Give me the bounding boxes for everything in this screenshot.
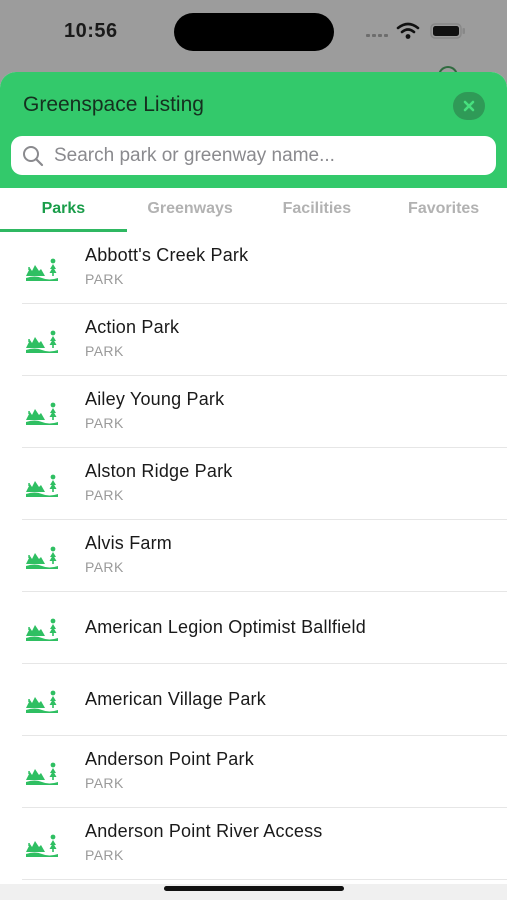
item-type: PARK (85, 415, 124, 431)
battery-icon (430, 23, 465, 39)
status-bar: 10:56 (0, 0, 507, 80)
item-name: Action Park (85, 317, 180, 337)
item-type: PARK (85, 559, 124, 575)
item-name: Anderson Point Park (85, 749, 254, 769)
list-item[interactable]: Anderson Point Park PARK (0, 736, 507, 808)
close-button[interactable] (453, 92, 485, 120)
item-type: PARK (85, 775, 124, 791)
item-name: American Legion Optimist Ballfield (85, 617, 366, 637)
item-text: American Legion Optimist Ballfield (85, 617, 366, 638)
list-item[interactable]: American Village Park (0, 664, 507, 736)
item-type: PARK (85, 487, 124, 503)
list-item[interactable]: Action Park PARK (0, 304, 507, 376)
status-time: 10:56 (64, 20, 118, 42)
close-icon (463, 100, 475, 112)
park-trees-icon (25, 472, 59, 498)
home-indicator[interactable] (164, 886, 344, 891)
item-name: Abbott's Creek Park (85, 245, 249, 265)
park-trees-icon (25, 760, 59, 786)
tab-bar: Parks Greenways Facilities Favorites (0, 188, 507, 232)
park-trees-icon (25, 256, 59, 282)
item-type: PARK (85, 847, 124, 863)
park-trees-icon (25, 616, 59, 642)
tab-favorites[interactable]: Favorites (380, 188, 507, 232)
cellular-signal-icon (366, 29, 388, 37)
list-item[interactable]: American Legion Optimist Ballfield (0, 592, 507, 664)
item-name: Ailey Young Park (85, 389, 225, 409)
item-type: PARK (85, 343, 124, 359)
item-text: Alston Ridge Park PARK (85, 461, 232, 503)
item-name: Alston Ridge Park (85, 461, 233, 481)
list-item[interactable]: Alvis Farm PARK (0, 520, 507, 592)
park-trees-icon (25, 400, 59, 426)
park-list: Abbott's Creek Park PARK Action Park PARK Ai… (0, 232, 507, 880)
app-screen: 10:56 Greenspace Listing Search park or … (0, 0, 507, 900)
item-text: American Village Park (85, 689, 266, 710)
greenspace-sheet: Greenspace Listing Parks Greenways Facil… (0, 72, 507, 900)
item-name: Anderson Point River Access (85, 821, 323, 841)
sheet-title: Greenspace Listing (23, 93, 204, 116)
item-text: Alvis Farm PARK (85, 533, 172, 575)
sheet-header: Greenspace Listing (0, 72, 507, 188)
list-item[interactable]: Abbott's Creek Park PARK (0, 232, 507, 304)
item-name: Alvis Farm (85, 533, 172, 553)
dynamic-island (174, 13, 334, 51)
list-item[interactable]: Anderson Point River Access PARK (0, 808, 507, 880)
item-text: Action Park PARK (85, 317, 179, 359)
item-name: American Village Park (85, 689, 266, 709)
park-trees-icon (25, 544, 59, 570)
item-text: Abbott's Creek Park PARK (85, 245, 248, 287)
item-type: PARK (85, 271, 124, 287)
park-trees-icon (25, 328, 59, 354)
item-text: Ailey Young Park PARK (85, 389, 224, 431)
item-text: Anderson Point Park PARK (85, 749, 254, 791)
tab-facilities[interactable]: Facilities (254, 188, 381, 232)
park-trees-icon (25, 832, 59, 858)
park-trees-icon (25, 688, 59, 714)
tab-parks[interactable]: Parks (0, 188, 127, 232)
list-item[interactable]: Ailey Young Park PARK (0, 376, 507, 448)
search-input[interactable] (54, 144, 474, 167)
wifi-icon (396, 22, 420, 39)
item-text: Anderson Point River Access PARK (85, 821, 323, 863)
search-bar[interactable] (11, 136, 496, 175)
search-icon (23, 145, 44, 166)
tab-greenways[interactable]: Greenways (127, 188, 254, 232)
list-item[interactable]: Alston Ridge Park PARK (0, 448, 507, 520)
